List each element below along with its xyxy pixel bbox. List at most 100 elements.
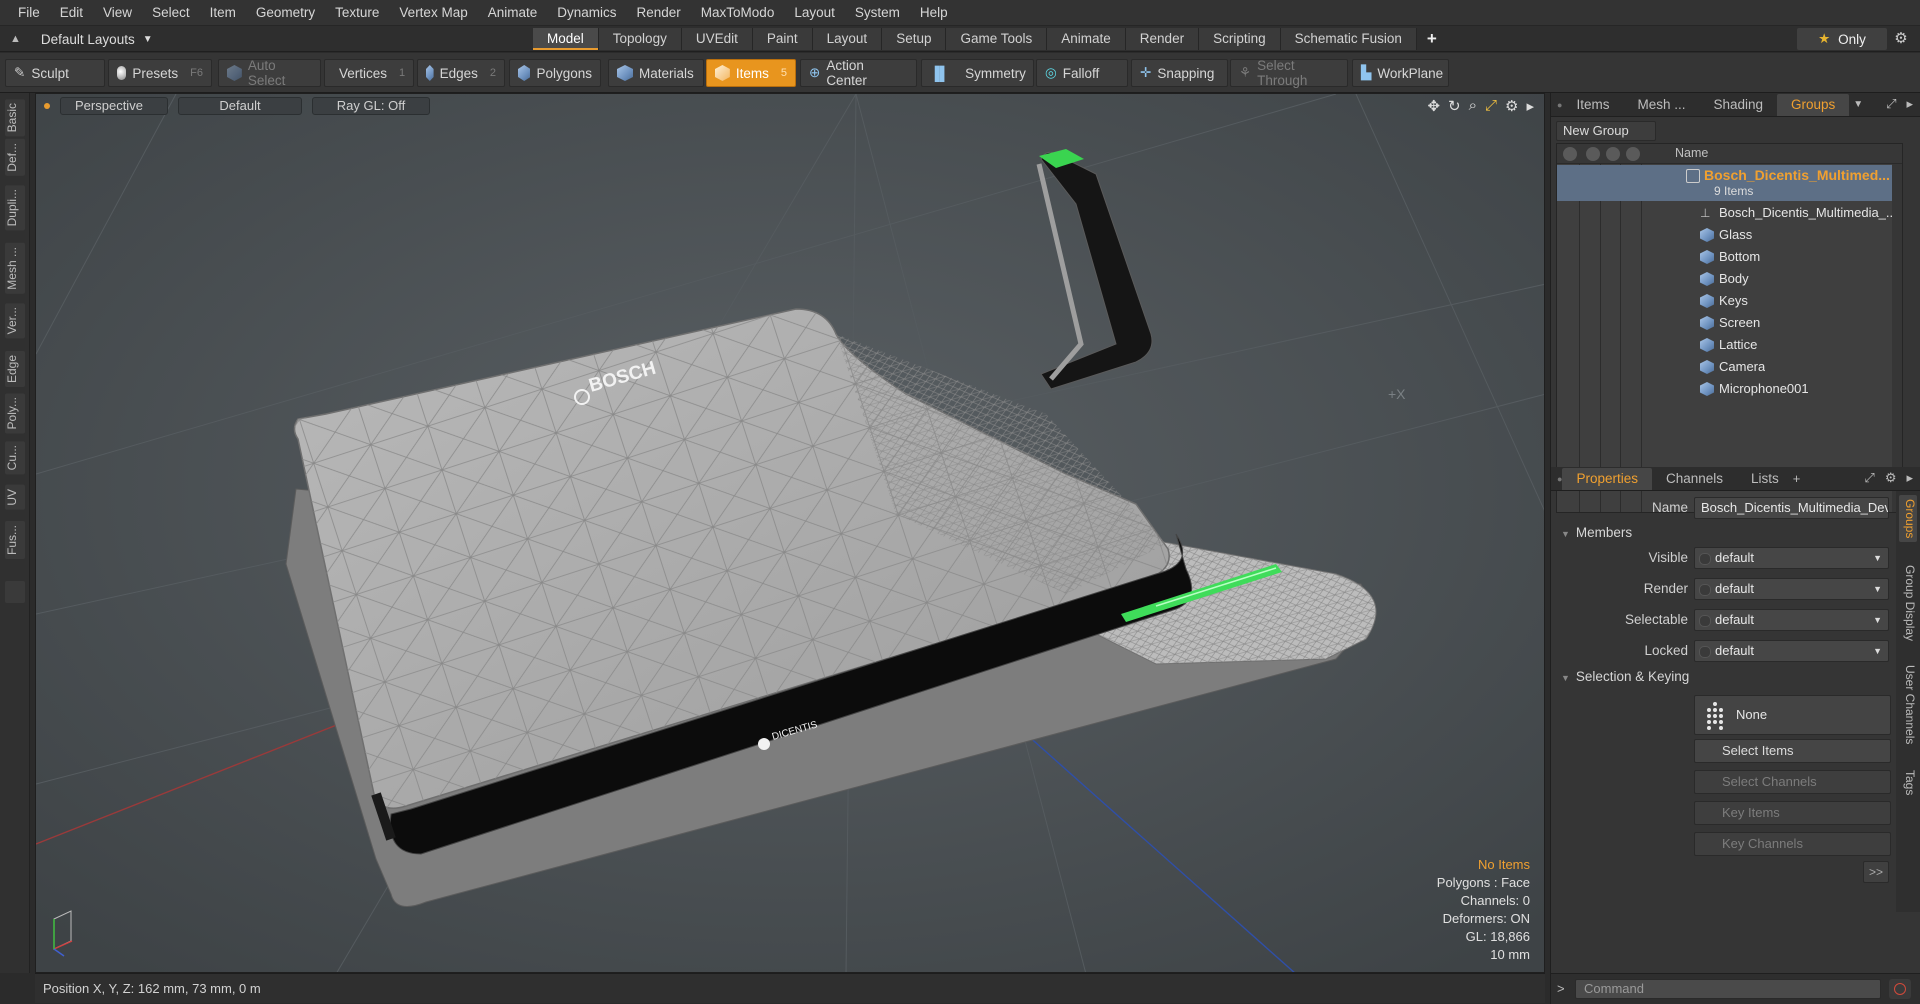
left-tab-basic[interactable]: Basic <box>5 99 25 137</box>
left-tab-deform[interactable]: Def... <box>5 139 25 176</box>
workplane-button[interactable]: ▙ WorkPlane <box>1352 59 1449 87</box>
panel-expand-icon[interactable]: ▸ <box>1906 96 1913 112</box>
members-section-header[interactable]: ▼ Members <box>1561 525 1891 545</box>
raygl-button[interactable]: Ray GL: Off <box>312 97 430 115</box>
tab-render[interactable]: Render <box>1125 28 1200 50</box>
tree-row[interactable]: Screen <box>1557 312 1902 334</box>
tree-scrollbar[interactable] <box>1892 164 1902 512</box>
selectable-select[interactable]: default <box>1694 609 1889 631</box>
tabs-dropdown-icon[interactable]: ▼ <box>1853 99 1863 110</box>
left-tab-edge[interactable]: Edge <box>5 351 25 388</box>
left-tab-mesh[interactable]: Mesh ... <box>5 243 25 294</box>
tab-properties[interactable]: Properties <box>1562 467 1652 490</box>
left-tab-polygon[interactable]: Poly... <box>5 393 25 434</box>
render-select[interactable]: default <box>1694 578 1889 600</box>
tab-game-tools[interactable]: Game Tools <box>946 28 1048 50</box>
menu-vertex-map[interactable]: Vertex Map <box>389 0 477 26</box>
viewport-canvas[interactable]: +X BOSCH DICENTIS <box>36 94 1545 973</box>
falloff-button[interactable]: ◎ Falloff <box>1036 59 1128 87</box>
symmetry-button[interactable]: ▐▌ Symmetry <box>921 59 1034 87</box>
selection-set-field[interactable]: None <box>1694 695 1891 735</box>
tab-shading[interactable]: Shading <box>1699 94 1777 116</box>
edges-button[interactable]: Edges 2 <box>417 59 505 87</box>
menu-render[interactable]: Render <box>627 0 691 26</box>
tree-row[interactable]: Lattice <box>1557 334 1902 356</box>
tree-row[interactable]: Glass <box>1557 224 1902 246</box>
menu-help[interactable]: Help <box>910 0 958 26</box>
select-through-button[interactable]: ⚘ Select Through <box>1230 58 1348 88</box>
side-tab-groups[interactable]: Groups <box>1899 495 1917 543</box>
tree-row[interactable]: Camera <box>1557 356 1902 378</box>
left-tab-curve[interactable]: Cu... <box>5 441 25 475</box>
lock-column-icon[interactable] <box>1626 147 1640 161</box>
tab-scripting[interactable]: Scripting <box>1199 28 1281 50</box>
maximize-icon[interactable]: ⤢ <box>1886 96 1896 112</box>
menu-texture[interactable]: Texture <box>325 0 389 26</box>
locked-select[interactable]: default <box>1694 640 1889 662</box>
tree-row[interactable]: Body <box>1557 268 1902 290</box>
panel-expand-icon[interactable]: ▸ <box>1906 470 1913 486</box>
render-column-icon[interactable] <box>1586 147 1600 161</box>
left-tab-expand[interactable] <box>5 581 25 603</box>
tab-uvedit[interactable]: UVEdit <box>681 28 753 50</box>
gear-icon[interactable]: ⚙ <box>1885 470 1897 486</box>
new-group-button[interactable]: New Group <box>1556 121 1656 141</box>
add-tab-icon[interactable]: + <box>1793 471 1801 486</box>
shading-mode-button[interactable]: Default <box>178 97 302 115</box>
maximize-icon[interactable]: ⤢ <box>1864 470 1874 486</box>
action-center-button[interactable]: ⊕ Action Center <box>800 58 917 88</box>
menu-system[interactable]: System <box>845 0 910 26</box>
tab-mesh[interactable]: Mesh ... <box>1623 94 1699 116</box>
side-tab-group-display[interactable]: Group Display <box>1899 561 1917 645</box>
sculpt-button[interactable]: ✎ Sculpt <box>5 59 105 87</box>
more-button[interactable]: >> <box>1863 861 1889 883</box>
left-tab-vertex[interactable]: Ver... <box>5 303 25 339</box>
layout-selector[interactable]: ▲ Default Layouts ▼ <box>10 29 153 49</box>
menu-item[interactable]: Item <box>200 0 246 26</box>
side-tab-tags[interactable]: Tags <box>1899 766 1917 799</box>
presets-button[interactable]: Presets F6 <box>108 59 212 87</box>
tab-model[interactable]: Model <box>533 28 599 50</box>
tab-paint[interactable]: Paint <box>752 28 813 50</box>
left-tab-fusion[interactable]: Fus... <box>5 521 25 560</box>
viewport-settings-icon[interactable]: ⚙ <box>1505 97 1518 115</box>
left-tab-uv[interactable]: UV <box>5 485 25 510</box>
tab-groups[interactable]: Groups <box>1777 93 1850 116</box>
record-icon[interactable] <box>1889 979 1911 999</box>
polygons-button[interactable]: Polygons <box>509 59 601 87</box>
menu-animate[interactable]: Animate <box>478 0 548 26</box>
add-tab-icon[interactable]: + <box>1417 28 1447 50</box>
menu-select[interactable]: Select <box>142 0 200 26</box>
gear-icon[interactable]: ⚙ <box>1890 29 1912 49</box>
move-view-icon[interactable]: ✥ <box>1427 97 1440 115</box>
menu-geometry[interactable]: Geometry <box>246 0 325 26</box>
name-field[interactable]: Bosch_Dicentis_Multimedia_Devic <box>1694 497 1889 519</box>
tab-layout[interactable]: Layout <box>812 28 883 50</box>
visible-select[interactable]: default <box>1694 547 1889 569</box>
tab-animate[interactable]: Animate <box>1047 28 1126 50</box>
tab-channels[interactable]: Channels <box>1652 468 1737 490</box>
snapping-button[interactable]: ✛ Snapping <box>1131 59 1228 87</box>
materials-button[interactable]: Materials <box>608 59 704 87</box>
vertices-button[interactable]: Vertices 1 <box>324 59 414 87</box>
rotate-view-icon[interactable]: ↻ <box>1448 97 1461 115</box>
zoom-view-icon[interactable]: ⌕ <box>1469 97 1477 115</box>
tree-row[interactable]: ⊥ Bosch_Dicentis_Multimedia_... <box>1557 202 1902 224</box>
view-mode-button[interactable]: Perspective <box>60 97 168 115</box>
menu-edit[interactable]: Edit <box>50 0 93 26</box>
tree-row[interactable]: Microphone001 <box>1557 378 1902 400</box>
select-items-button[interactable]: Select Items <box>1694 739 1891 763</box>
only-button[interactable]: ★ Only <box>1797 28 1887 50</box>
fit-view-icon[interactable]: ⤢ <box>1485 97 1497 115</box>
tab-items[interactable]: Items <box>1562 94 1623 116</box>
command-input[interactable]: Command <box>1575 979 1881 999</box>
tab-topology[interactable]: Topology <box>598 28 682 50</box>
tab-schematic-fusion[interactable]: Schematic Fusion <box>1280 28 1417 50</box>
left-tab-duplicate[interactable]: Dupli... <box>5 185 25 231</box>
select-column-icon[interactable] <box>1606 147 1620 161</box>
eye-icon[interactable] <box>1563 147 1577 161</box>
tree-row-root[interactable]: Bosch_Dicentis_Multimed... 9 Items <box>1557 165 1902 201</box>
selection-keying-section-header[interactable]: ▼ Selection & Keying <box>1561 669 1891 689</box>
menu-dynamics[interactable]: Dynamics <box>547 0 626 26</box>
select-channels-button[interactable]: Select Channels <box>1694 770 1891 794</box>
